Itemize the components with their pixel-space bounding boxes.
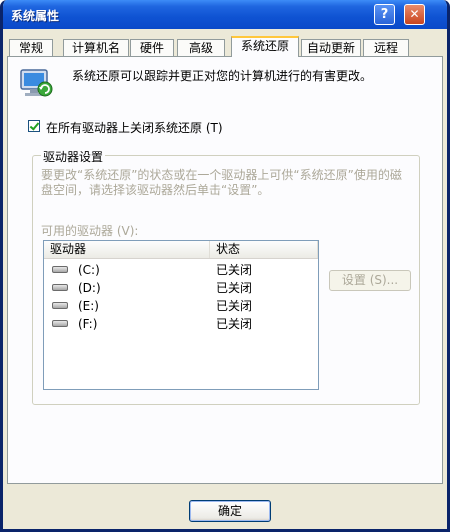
tab-hardware[interactable]: 硬件 xyxy=(130,39,174,56)
drive-icon xyxy=(52,302,68,309)
system-restore-icon xyxy=(20,69,53,97)
tab-strip: 常规 计算机名 硬件 高级 系统还原 自动更新 远程 xyxy=(3,36,447,57)
drive-row[interactable]: (F:) 已关闭 xyxy=(44,315,318,333)
tab-system-restore[interactable]: 系统还原 xyxy=(231,36,299,57)
drive-status: 已关闭 xyxy=(216,299,253,313)
drive-settings-group: 驱动器设置 要更改“系统还原”的状态或在一个驱动器上可供“系统还原”使用的磁盘空… xyxy=(32,148,420,405)
drive-name: (E:) xyxy=(78,299,99,313)
tab-computer-name[interactable]: 计算机名 xyxy=(63,39,129,56)
column-drive[interactable]: 驱动器 xyxy=(44,241,210,258)
system-properties-window: 系统属性 ? ✕ 常规 计算机名 硬件 高级 系统还原 自动更新 远程 系统还原… xyxy=(0,0,450,532)
ok-button[interactable]: 确定 xyxy=(189,500,271,522)
close-button[interactable]: ✕ xyxy=(404,4,425,25)
drive-icon xyxy=(52,284,68,291)
column-status[interactable]: 状态 xyxy=(210,241,318,258)
settings-button[interactable]: 设置 (S)... xyxy=(329,270,411,291)
drive-status: 已关闭 xyxy=(216,263,253,277)
drive-status: 已关闭 xyxy=(216,281,253,295)
drive-row[interactable]: (D:) 已关闭 xyxy=(44,279,318,297)
tab-advanced[interactable]: 高级 xyxy=(177,39,225,56)
drive-settings-description: 要更改“系统还原”的状态或在一个驱动器上可供“系统还原”使用的磁盘空间，请选择该… xyxy=(41,168,402,197)
title-bar[interactable]: 系统属性 ? ✕ xyxy=(3,0,447,29)
disable-restore-label[interactable]: 在所有驱动器上关闭系统还原 (T) xyxy=(46,119,223,136)
drive-row[interactable]: (E:) 已关闭 xyxy=(44,297,318,315)
disable-restore-checkbox[interactable] xyxy=(28,120,40,132)
tab-panel: 系统还原可以跟踪并更正对您的计算机进行的有害更改。 在所有驱动器上关闭系统还原 … xyxy=(7,56,443,484)
drive-status: 已关闭 xyxy=(216,317,253,331)
drive-name: (D:) xyxy=(78,281,101,295)
tab-general[interactable]: 常规 xyxy=(9,39,53,56)
drive-name: (F:) xyxy=(78,317,98,331)
tab-automatic-updates[interactable]: 自动更新 xyxy=(301,39,361,56)
drive-name: (C:) xyxy=(78,263,100,277)
system-restore-description: 系统还原可以跟踪并更正对您的计算机进行的有害更改。 xyxy=(72,69,373,83)
window-title: 系统属性 xyxy=(11,9,60,23)
drive-row[interactable]: (C:) 已关闭 xyxy=(44,261,318,279)
drives-list[interactable]: 驱动器 状态 (C:) 已关闭 (D:) 已关闭 (E:) 已关闭 (F:) 已… xyxy=(43,240,319,390)
tab-remote[interactable]: 远程 xyxy=(363,39,409,56)
available-drives-label: 可用的驱动器 (V): xyxy=(41,224,139,238)
drive-settings-title: 驱动器设置 xyxy=(41,148,106,165)
help-button[interactable]: ? xyxy=(374,4,395,25)
drive-icon xyxy=(52,320,68,327)
drives-list-header: 驱动器 状态 xyxy=(44,241,318,259)
drive-icon xyxy=(52,266,68,273)
